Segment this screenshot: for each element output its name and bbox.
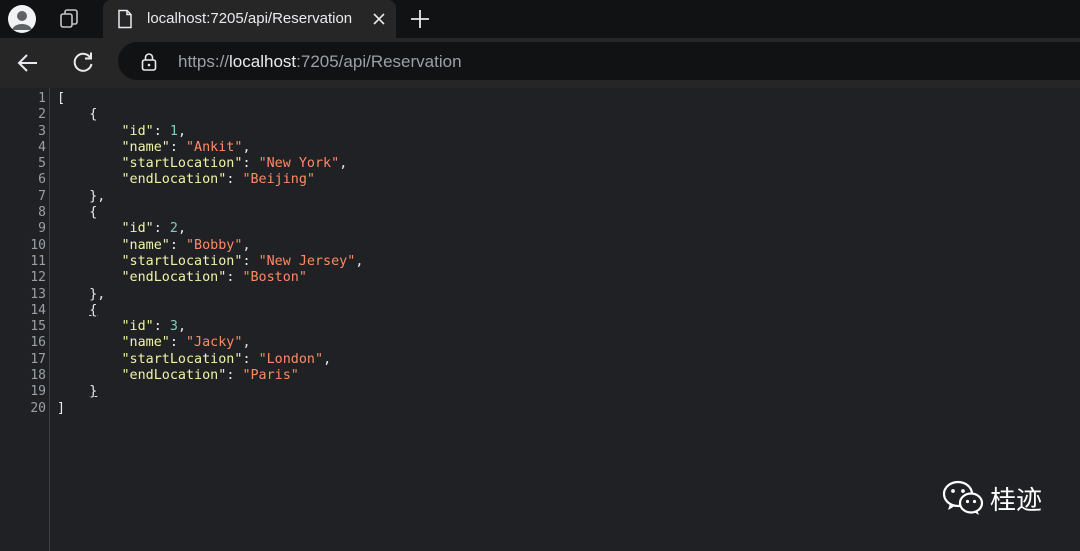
line-number: 6 [38,172,46,188]
address-bar[interactable]: https://localhost:7205/api/Reservation [118,42,1080,80]
json-value-start-location: "London" [258,351,324,367]
url-text: https://localhost:7205/api/Reservation [178,52,462,72]
json-viewer: 1 2 3 4 5 6 7 8 9 10 11 12 13 14 15 16 1… [0,88,1080,551]
json-key: "startLocation" [121,351,243,367]
line-number: 16 [30,335,46,351]
json-key: "endLocation" [121,270,227,286]
line-number-gutter: 1 2 3 4 5 6 7 8 9 10 11 12 13 14 15 16 1… [0,91,46,417]
profile-avatar-icon[interactable] [8,5,36,33]
json-value-start-location: "New York" [258,156,340,172]
object-close-brace: } [89,384,98,400]
object-open-brace[interactable]: { [89,107,97,122]
object-open-brace[interactable]: { [89,303,97,318]
line-number: 5 [38,156,46,172]
active-tab[interactable]: localhost:7205/api/Reservation [103,0,396,38]
line-number: 14 [30,302,46,318]
line-number: 11 [30,253,46,269]
url-path: :7205/api/Reservation [296,52,462,71]
code-line: } [57,384,363,400]
code-line: "name": "Ankit", [121,139,251,155]
json-value-id: 2 [169,221,178,237]
line-number: 10 [30,237,46,253]
tab-title: localhost:7205/api/Reservation [147,10,353,27]
json-key: "id" [121,123,154,139]
code-line: }, [57,287,363,303]
code-line: "startLocation": "New York", [121,156,348,172]
object-open-brace[interactable]: { [89,205,97,220]
array-close-bracket: ] [57,400,66,416]
watermark: 桂迹 [942,479,1042,517]
json-key: "name" [121,237,170,253]
line-number: 12 [30,270,46,286]
url-scheme: https:// [178,52,230,71]
back-arrow-icon[interactable] [15,50,41,76]
json-key: "startLocation" [121,253,243,269]
page-icon [118,9,132,29]
line-number: 2 [38,107,46,123]
code-line: "endLocation": "Boston" [121,270,307,286]
code-line: "name": "Jacky", [121,335,251,351]
code-line: "id": 2, [121,221,187,237]
json-code: [ { "id": 1, "name": "Ankit", "startLoca… [57,91,363,417]
code-line: "id": 1, [121,123,187,139]
code-line: "name": "Bobby", [121,237,251,253]
line-number: 9 [38,221,46,237]
json-key: "name" [121,139,170,155]
json-key: "id" [121,221,154,237]
line-number: 4 [38,139,46,155]
code-line: "id": 3, [121,319,187,335]
line-number: 13 [30,286,46,302]
code-line: ] [57,401,363,417]
line-number: 18 [30,368,46,384]
code-line: "startLocation": "London", [121,351,332,367]
json-value-end-location: "Paris" [242,368,299,384]
json-key: "endLocation" [121,368,227,384]
line-number: 15 [30,319,46,335]
object-close-brace: }, [89,188,106,204]
code-line: { [57,107,363,123]
json-key: "name" [121,335,170,351]
object-close-brace: }, [89,286,106,302]
code-line: "endLocation": "Paris" [121,368,299,384]
code-line: { [57,303,363,319]
new-tab-icon[interactable] [408,7,432,31]
json-value-name: "Bobby" [186,237,243,253]
code-line: { [57,205,363,221]
line-number: 7 [38,188,46,204]
wechat-icon [942,480,984,515]
json-value-name: "Jacky" [186,335,243,351]
line-number: 1 [38,91,46,106]
line-number: 17 [30,351,46,367]
tab-strip: localhost:7205/api/Reservation [0,0,1080,38]
lock-icon[interactable] [140,52,158,72]
watermark-text: 桂迹 [990,485,1043,516]
code-line: }, [57,189,363,205]
line-number: 3 [38,123,46,139]
reload-icon[interactable] [70,49,96,75]
json-key: "endLocation" [121,172,227,188]
json-value-id: 3 [169,319,178,335]
line-number: 19 [30,384,46,400]
workspaces-icon[interactable] [58,7,82,31]
json-value-end-location: "Beijing" [242,172,315,188]
close-tab-icon[interactable] [369,9,389,29]
code-line: [ [57,91,363,107]
json-value-id: 1 [169,123,178,139]
browser-toolbar: https://localhost:7205/api/Reservation [0,38,1080,88]
line-number: 8 [38,205,46,221]
code-line: "endLocation": "Beijing" [121,172,316,188]
json-value-start-location: "New Jersey" [258,253,356,269]
json-value-name: "Ankit" [186,139,243,155]
json-key: "startLocation" [121,156,243,172]
code-line: "startLocation": "New Jersey", [121,253,364,269]
url-host: localhost [229,52,297,71]
array-open-bracket: [ [57,91,66,106]
gutter-divider [49,88,50,551]
json-key: "id" [121,319,154,335]
json-value-end-location: "Boston" [242,270,307,286]
line-number: 20 [30,400,46,416]
